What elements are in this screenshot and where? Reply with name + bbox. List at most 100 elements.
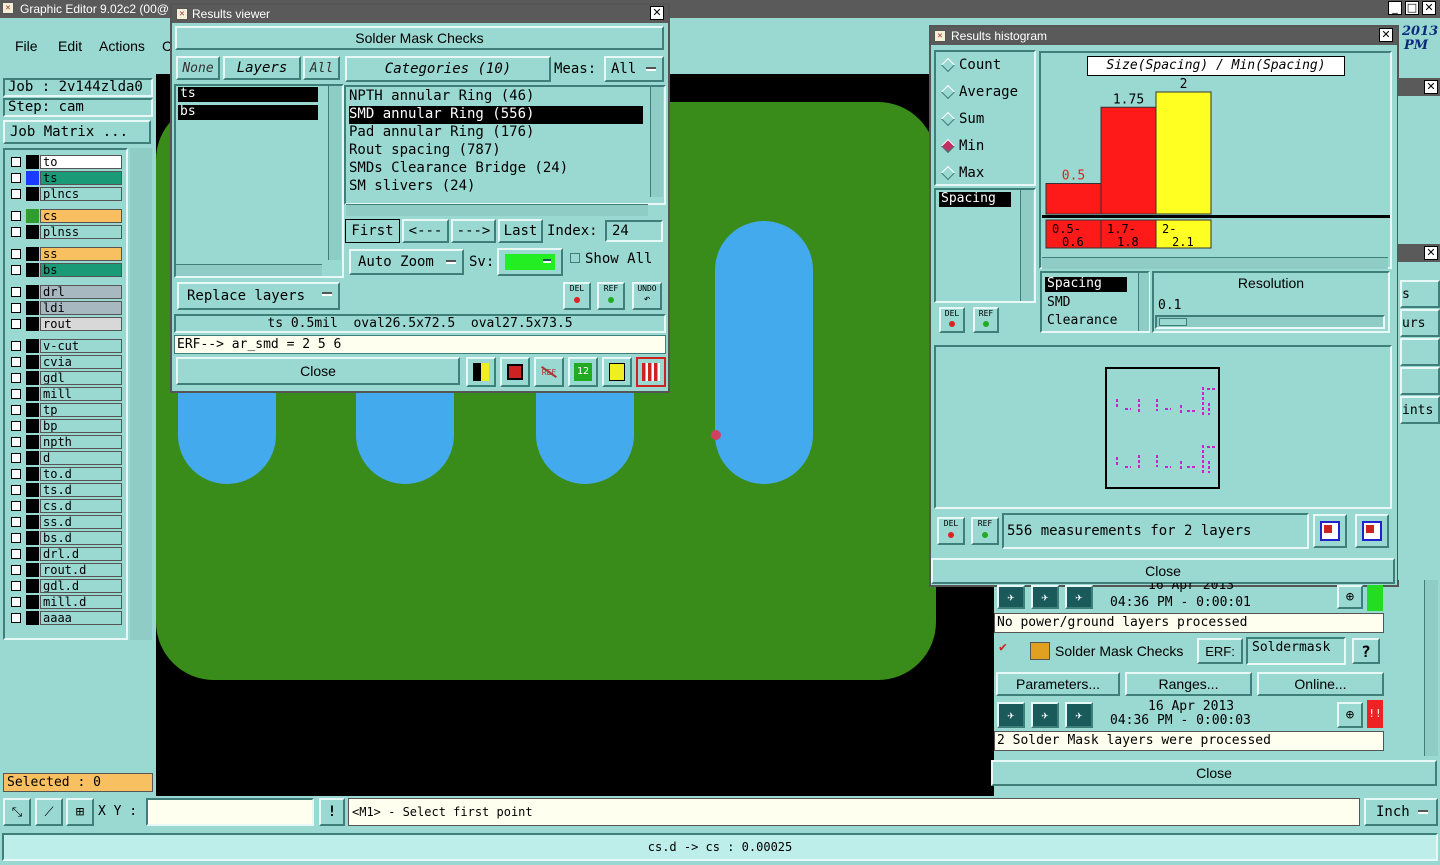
category-list-hscroll[interactable] [346, 204, 648, 216]
category-item[interactable]: SM slivers (24) [349, 178, 475, 196]
ref-disabled-icon[interactable]: REF [534, 357, 564, 387]
layer-checkbox[interactable] [11, 341, 21, 351]
layer-row-to[interactable]: to [0, 155, 150, 169]
first-button[interactable]: First [345, 219, 400, 243]
results-close-button[interactable]: Close [176, 357, 460, 385]
zoom-icon-2[interactable]: ⊕ [1337, 702, 1363, 728]
layer-checkbox[interactable] [11, 597, 21, 607]
layer-row-mill.d[interactable]: mill.d [0, 595, 150, 609]
auto-zoom-dropdown[interactable]: Auto Zoom [349, 249, 464, 275]
layer-item-bs[interactable]: bs [178, 105, 318, 120]
run-icon-6[interactable]: ✈ [1065, 702, 1093, 728]
layer-checkbox[interactable] [11, 265, 21, 275]
checklist-close-icon-2[interactable]: ✕ [1424, 246, 1438, 260]
layer-row-cs[interactable]: cs [0, 209, 150, 223]
layer-checkbox[interactable] [11, 405, 21, 415]
layer-checkbox[interactable] [11, 453, 21, 463]
layer-row-cs.d[interactable]: cs.d [0, 499, 150, 513]
layer-checkbox[interactable] [11, 157, 21, 167]
layer-checkbox[interactable] [11, 319, 21, 329]
filter-item-clearance[interactable]: Clearance [1047, 313, 1117, 328]
layer-row-plncs[interactable]: plncs [0, 187, 150, 201]
side-button-ints[interactable]: ints [1400, 396, 1440, 424]
snap-icon[interactable]: ⤡ [3, 798, 31, 826]
layer-row-gdl[interactable]: gdl [0, 371, 150, 385]
xy-input[interactable] [146, 798, 314, 826]
layer-checkbox[interactable] [11, 469, 21, 479]
checklist-close-button[interactable]: Close [991, 760, 1437, 786]
layer-checkbox[interactable] [11, 227, 21, 237]
histogram-bar[interactable] [1155, 91, 1212, 215]
layer-checkbox[interactable] [11, 533, 21, 543]
layers-button[interactable]: Layers [223, 56, 301, 80]
report-icon[interactable] [602, 357, 632, 387]
layer-list-vscroll[interactable] [328, 86, 341, 260]
layer-checkbox[interactable] [11, 581, 21, 591]
replace-layers-dropdown[interactable]: Replace layers [177, 282, 340, 310]
category-item[interactable]: Rout spacing (787) [349, 142, 501, 160]
show-all-checkbox[interactable] [570, 253, 580, 263]
hist-del-button[interactable]: DEL [937, 517, 965, 545]
histogram-bar[interactable] [1100, 106, 1157, 215]
layer-row-gdl.d[interactable]: gdl.d [0, 579, 150, 593]
filter-item-smd[interactable]: SMD [1047, 295, 1070, 310]
layer-row-ldi[interactable]: ldi [0, 301, 150, 315]
zoom-icon-1[interactable]: ⊕ [1337, 585, 1363, 609]
meas-dropdown[interactable]: All [604, 56, 664, 82]
layer-row-d[interactable]: d [0, 451, 150, 465]
side-button-blank2[interactable] [1400, 367, 1440, 395]
layer-row-plnss[interactable]: plnss [0, 225, 150, 239]
histogram-bar[interactable] [1045, 183, 1102, 215]
next-button[interactable]: ---> [451, 219, 496, 243]
layer-row-mill[interactable]: mill [0, 387, 150, 401]
histogram-close-icon[interactable]: ✕ [1379, 28, 1393, 42]
maximize-icon[interactable]: □ [1405, 1, 1419, 15]
hist-hscroll[interactable] [1042, 257, 1388, 269]
layer-row-bs[interactable]: bs [0, 263, 150, 277]
category-item[interactable]: SMD annular Ring (556) [349, 106, 643, 124]
side-button-s[interactable]: s [1400, 280, 1440, 308]
layer-checkbox[interactable] [11, 565, 21, 575]
undo-button[interactable]: UNDO ↶ [632, 282, 662, 310]
checklist-close-icon[interactable]: ✕ [1424, 80, 1438, 94]
layer-checkbox[interactable] [11, 211, 21, 221]
sv-color-dropdown[interactable] [497, 248, 563, 276]
layer-checkbox[interactable] [11, 303, 21, 313]
hist-ref-button[interactable]: REF [971, 517, 999, 545]
layer-checkbox[interactable] [11, 421, 21, 431]
hist-del-top-button[interactable]: DEL [939, 307, 965, 333]
export-icon[interactable] [500, 357, 530, 387]
histogram-close-button[interactable]: Close [931, 558, 1395, 584]
layer-row-ts[interactable]: ts [0, 171, 150, 185]
type-item-spacing[interactable]: Spacing [939, 192, 1011, 207]
histogram-icon[interactable] [636, 357, 666, 387]
index-input[interactable]: 24 [605, 220, 663, 242]
all-button[interactable]: All [303, 56, 340, 80]
none-button[interactable]: None [176, 56, 220, 80]
layer-checkbox[interactable] [11, 549, 21, 559]
filter-scrollbar[interactable] [1138, 273, 1149, 331]
ref-button[interactable]: REF [597, 282, 625, 310]
help-button[interactable]: ? [1352, 638, 1380, 664]
layer-row-ss.d[interactable]: ss.d [0, 515, 150, 529]
layer-checkbox[interactable] [11, 501, 21, 511]
layer-checkbox[interactable] [11, 357, 21, 367]
grid-icon[interactable]: ⊞ [66, 798, 94, 826]
run-icon-4[interactable]: ✈ [997, 702, 1025, 728]
side-button-blank1[interactable] [1400, 338, 1440, 366]
layer-row-tp[interactable]: tp [0, 403, 150, 417]
category-item[interactable]: SMDs Clearance Bridge (24) [349, 160, 568, 178]
del-button[interactable]: DEL [563, 282, 591, 310]
layer-row-rout[interactable]: rout [0, 317, 150, 331]
layer-checkbox[interactable] [11, 373, 21, 383]
ranges-button[interactable]: Ranges... [1125, 672, 1252, 696]
layer-checkbox[interactable] [11, 437, 21, 447]
run-icon-3[interactable]: ✈ [1065, 585, 1093, 609]
layer-item-ts[interactable]: ts [178, 87, 318, 102]
hist-link-icon[interactable] [1355, 514, 1389, 548]
type-list-scrollbar[interactable] [1020, 190, 1033, 301]
hist-ref-top-button[interactable]: REF [973, 307, 999, 333]
layer-row-aaaa[interactable]: aaaa [0, 611, 150, 625]
layer-row-npth[interactable]: npth [0, 435, 150, 449]
hist-export-icon[interactable] [1313, 514, 1347, 548]
